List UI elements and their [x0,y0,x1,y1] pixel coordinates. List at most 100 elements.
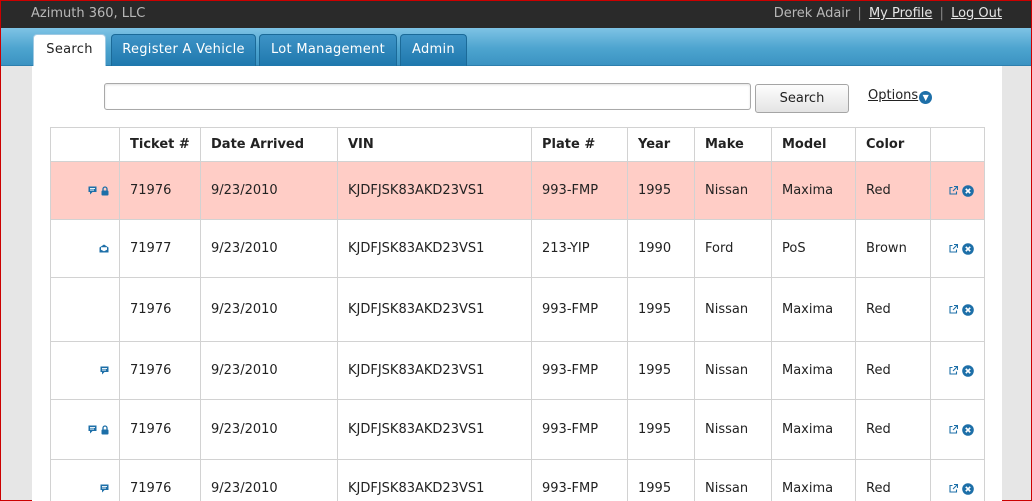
cell-make: Nissan [694,399,772,460]
cell-date-arrived: 9/23/2010 [200,161,338,220]
tab-register-vehicle[interactable]: Register A Vehicle [111,34,256,66]
cell-vin: KJDFJSK83AKD23VS1 [337,341,532,400]
lock-icon [101,185,109,196]
column-header-vin[interactable]: VIN [337,127,532,162]
log-out-link[interactable]: Log Out [951,6,1002,21]
cell-vin: KJDFJSK83AKD23VS1 [337,459,532,501]
options-label: Options [868,88,919,103]
mail-icon [99,244,109,253]
cell-plate: 993-FMP [531,341,628,400]
cell-vin: KJDFJSK83AKD23VS1 [337,399,532,460]
cell-plate: 993-FMP [531,459,628,501]
cell-color: Red [855,277,931,342]
external-link-icon[interactable] [949,484,958,493]
cell-ticket: 71976 [119,399,201,460]
column-header-actions [930,127,985,162]
row-actions [930,277,985,342]
delete-icon[interactable] [962,482,974,495]
column-header-make[interactable]: Make [694,127,772,162]
external-link-icon[interactable] [949,244,958,253]
comment-icon [100,484,109,493]
column-header-color[interactable]: Color [855,127,931,162]
table-row[interactable]: 71976 9/23/2010 KJDFJSK83AKD23VS1 993-FMP 19… [50,399,985,460]
search-input[interactable] [104,83,751,110]
cell-ticket: 71976 [119,161,201,220]
cell-model: Maxima [771,399,856,460]
chevron-down-icon: ▼ [919,91,933,104]
delete-icon[interactable] [962,184,974,197]
table-row[interactable]: 71976 9/23/2010 KJDFJSK83AKD23VS1 993-FMP 19… [50,161,985,220]
table-header-row: Ticket # Date Arrived VIN Plate # Year M… [50,127,985,162]
external-link-icon[interactable] [949,305,958,314]
search-button[interactable]: Search [755,84,849,113]
separator: | [857,6,862,21]
row-status-icons [50,161,120,220]
cell-make: Nissan [694,277,772,342]
cell-year: 1995 [627,161,695,220]
vehicle-table: Ticket # Date Arrived VIN Plate # Year M… [50,127,985,501]
delete-icon[interactable] [962,303,974,316]
delete-icon[interactable] [962,364,974,377]
cell-vin: KJDFJSK83AKD23VS1 [337,219,532,278]
external-link-icon[interactable] [949,425,958,434]
cell-date-arrived: 9/23/2010 [200,219,338,278]
external-link-icon[interactable] [949,186,958,195]
cell-model: PoS [771,219,856,278]
cell-make: Nissan [694,459,772,501]
cell-color: Red [855,161,931,220]
cell-plate: 213-YIP [531,219,628,278]
column-header-model[interactable]: Model [771,127,856,162]
row-actions [930,399,985,460]
delete-icon[interactable] [962,423,974,436]
cell-ticket: 71976 [119,341,201,400]
tab-search[interactable]: Search [33,34,106,67]
column-header-ticket[interactable]: Ticket # [119,127,201,162]
lock-icon [101,424,109,435]
cell-model: Maxima [771,341,856,400]
cell-plate: 993-FMP [531,277,628,342]
cell-ticket: 71976 [119,277,201,342]
separator: | [939,6,944,21]
my-profile-link[interactable]: My Profile [869,6,932,21]
cell-date-arrived: 9/23/2010 [200,341,338,400]
delete-icon[interactable] [962,242,974,255]
table-row[interactable]: 71977 9/23/2010 KJDFJSK83AKD23VS1 213-YIP 19… [50,219,985,278]
cell-make: Ford [694,219,772,278]
comment-icon [88,186,97,195]
tab-lot-management[interactable]: Lot Management [259,34,397,66]
cell-model: Maxima [771,277,856,342]
table-row[interactable]: 71976 9/23/2010 KJDFJSK83AKD23VS1 993-FMP 19… [50,459,985,501]
cell-ticket: 71977 [119,219,201,278]
external-link-icon[interactable] [949,366,958,375]
row-actions [930,341,985,400]
comment-icon [88,425,97,434]
row-status-icons [50,219,120,278]
column-header-date-arrived[interactable]: Date Arrived [200,127,338,162]
column-header-plate[interactable]: Plate # [531,127,628,162]
cell-color: Red [855,399,931,460]
row-status-icons [50,399,120,460]
options-toggle[interactable]: Options ▼ [868,88,933,104]
cell-ticket: 71976 [119,459,201,501]
column-header-status [50,127,120,162]
cell-make: Nissan [694,161,772,220]
user-menu: Derek Adair | My Profile | Log Out [774,6,1002,21]
cell-year: 1995 [627,459,695,501]
cell-color: Red [855,341,931,400]
cell-vin: KJDFJSK83AKD23VS1 [337,277,532,342]
cell-plate: 993-FMP [531,161,628,220]
tab-bar: Search Register A Vehicle Lot Management… [1,28,1031,67]
column-header-year[interactable]: Year [627,127,695,162]
cell-date-arrived: 9/23/2010 [200,459,338,501]
company-name: Azimuth 360, LLC [31,6,146,21]
tab-admin[interactable]: Admin [400,34,467,66]
cell-plate: 993-FMP [531,399,628,460]
table-row[interactable]: 71976 9/23/2010 KJDFJSK83AKD23VS1 993-FMP 19… [50,277,985,342]
top-bar: Azimuth 360, LLC Derek Adair | My Profil… [1,1,1031,28]
cell-year: 1990 [627,219,695,278]
main-content: Search Options ▼ Ticket # Date Arrived VI… [32,66,1002,501]
cell-vin: KJDFJSK83AKD23VS1 [337,161,532,220]
table-row[interactable]: 71976 9/23/2010 KJDFJSK83AKD23VS1 993-FMP 19… [50,341,985,400]
cell-make: Nissan [694,341,772,400]
user-name: Derek Adair [773,6,851,21]
